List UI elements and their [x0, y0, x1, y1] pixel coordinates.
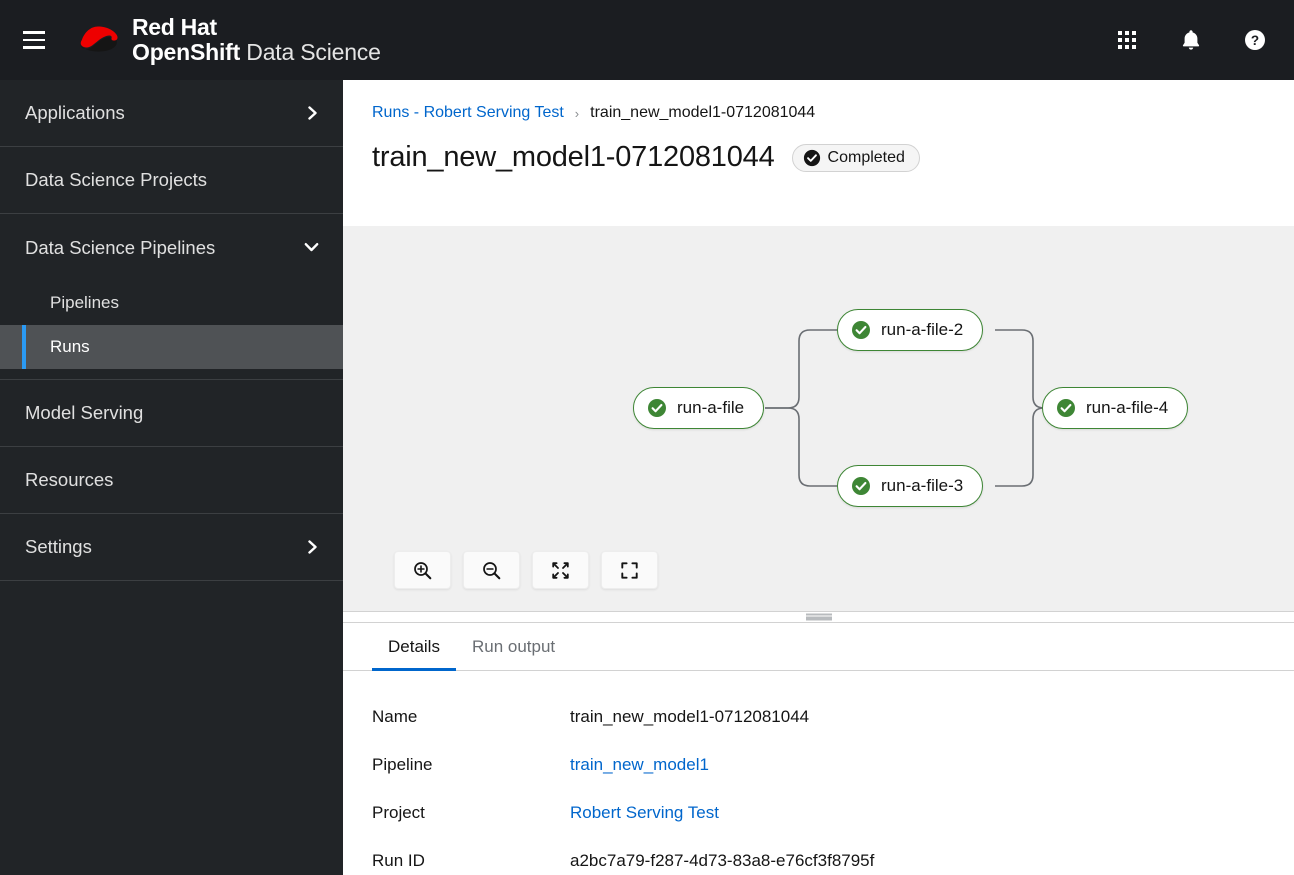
tab-label: Details — [388, 636, 440, 656]
title-row: train_new_model1-0712081044 Completed — [372, 141, 1294, 174]
breadcrumb-current: train_new_model1-0712081044 — [590, 104, 816, 121]
fullscreen-icon — [621, 561, 638, 579]
check-circle-icon — [852, 477, 870, 495]
edge-run-a-file-to-run-a-file-3 — [765, 407, 837, 487]
fit-to-screen-button[interactable] — [532, 551, 589, 589]
sidebar-subitem-label: Runs — [50, 337, 90, 356]
check-circle-icon — [852, 321, 870, 339]
tab-details[interactable]: Details — [372, 623, 456, 671]
brand-text: Red Hat OpenShift Data Science — [132, 15, 381, 65]
brand-logo-link[interactable]: Red Hat OpenShift Data Science — [70, 15, 381, 65]
detail-row-name: Name train_new_model1-0712081044 — [372, 693, 1294, 741]
check-circle-icon — [1057, 399, 1075, 417]
question-circle-icon: ? — [1245, 30, 1265, 50]
detail-value-link[interactable]: Robert Serving Test — [570, 803, 719, 823]
zoom-in-button[interactable] — [394, 551, 451, 589]
chevron-down-icon — [304, 242, 319, 253]
zoom-out-icon — [483, 561, 501, 579]
breadcrumb-parent-link[interactable]: Runs - Robert Serving Test — [372, 104, 564, 122]
chevron-right-icon — [307, 540, 319, 554]
main-content: Runs - Robert Serving Test › train_new_m… — [343, 80, 1294, 875]
status-badge-label: Completed — [827, 148, 905, 166]
detail-label: Run ID — [372, 851, 425, 870]
bell-icon — [1182, 30, 1200, 50]
pipeline-node-label: run-a-file-3 — [881, 476, 964, 495]
breadcrumb: Runs - Robert Serving Test › train_new_m… — [372, 104, 1294, 122]
reset-view-button[interactable] — [601, 551, 658, 589]
hamburger-menu-icon[interactable] — [11, 17, 57, 63]
sidebar-item-model-serving[interactable]: Model Serving — [0, 380, 343, 447]
breadcrumb-separator-icon: › — [574, 105, 580, 121]
sidebar-item-data-science-pipelines[interactable]: Data Science Pipelines — [0, 214, 343, 281]
sidebar-item-label: Resources — [25, 469, 114, 490]
brand-line-redhat: Red Hat — [132, 14, 217, 41]
detail-row-project: Project Robert Serving Test — [372, 789, 1294, 837]
detail-value-link[interactable]: train_new_model1 — [570, 755, 709, 775]
check-circle-icon — [803, 149, 820, 166]
sidebar-item-pipelines[interactable]: Pipelines — [0, 281, 343, 325]
sidebar-item-resources[interactable]: Resources — [0, 447, 343, 514]
svg-text:?: ? — [1251, 33, 1259, 48]
masthead-actions: ? — [1110, 23, 1272, 57]
sidebar-item-data-science-projects[interactable]: Data Science Projects — [0, 147, 343, 214]
check-circle-icon — [648, 399, 666, 417]
pipeline-node-run-a-file-4[interactable]: run-a-file-4 — [1042, 387, 1189, 429]
detail-label: Pipeline — [372, 755, 433, 774]
details-list: Name train_new_model1-0712081044 Pipelin… — [343, 671, 1294, 875]
masthead: Red Hat OpenShift Data Science ? — [0, 0, 1294, 80]
application-launcher-button[interactable] — [1110, 23, 1144, 57]
sidebar-navigation: Applications Data Science Projects Data … — [0, 80, 343, 875]
tab-run-output[interactable]: Run output — [456, 623, 571, 670]
openshift-data-science-app: Red Hat OpenShift Data Science ? Applica… — [0, 0, 1294, 875]
brand-openshift: OpenShift — [132, 39, 241, 65]
notifications-button[interactable] — [1174, 23, 1208, 57]
detail-row-run-id: Run ID a2bc7a79-f287-4d73-83a8-e76cf3f87… — [372, 837, 1294, 875]
sidebar-group-data-science-pipelines: Data Science Pipelines Pipelines Runs — [0, 214, 343, 380]
sidebar-item-applications[interactable]: Applications — [0, 80, 343, 147]
brand-line-product: OpenShift Data Science — [132, 40, 381, 65]
zoom-out-button[interactable] — [463, 551, 520, 589]
pipeline-node-run-a-file-3[interactable]: run-a-file-3 — [837, 465, 984, 507]
pipeline-node-label: run-a-file-2 — [881, 320, 964, 339]
page-title: train_new_model1-0712081044 — [372, 141, 775, 173]
pipeline-node-label: run-a-file — [677, 398, 745, 417]
sidebar-item-runs[interactable]: Runs — [0, 325, 343, 369]
sidebar-subitem-label: Pipelines — [50, 293, 119, 312]
pipeline-graph-canvas[interactable]: run-a-file run-a-file-2 run-a-file-3 run… — [343, 226, 1294, 611]
help-button[interactable]: ? — [1238, 23, 1272, 57]
edge-run-a-file-to-run-a-file-2 — [765, 329, 837, 409]
sidebar-item-settings[interactable]: Settings — [0, 514, 343, 581]
expand-arrows-icon — [552, 561, 569, 579]
detail-value: train_new_model1-0712081044 — [570, 707, 810, 726]
page-header: Runs - Robert Serving Test › train_new_m… — [343, 80, 1294, 226]
pipeline-node-label: run-a-file-4 — [1086, 398, 1169, 417]
zoom-in-icon — [414, 561, 432, 579]
detail-label: Name — [372, 707, 418, 726]
sidebar-item-label: Applications — [25, 102, 125, 123]
sidebar-item-label: Data Science Pipelines — [25, 236, 216, 258]
sidebar-item-label: Model Serving — [25, 402, 144, 423]
sidebar-item-label: Data Science Projects — [25, 169, 208, 190]
hamburger-bar — [23, 31, 45, 34]
detail-row-pipeline: Pipeline train_new_model1 — [372, 741, 1294, 789]
pipeline-node-run-a-file-2[interactable]: run-a-file-2 — [837, 309, 984, 351]
detail-tabs: Details Run output — [343, 623, 1294, 671]
sidebar-item-label: Settings — [25, 536, 92, 557]
status-badge: Completed — [791, 143, 920, 172]
tab-label: Run output — [471, 636, 556, 656]
detail-value: a2bc7a79-f287-4d73-83a8-e76cf3f8795f — [570, 851, 875, 870]
pipeline-node-run-a-file[interactable]: run-a-file — [633, 387, 765, 429]
grid-icon — [1118, 31, 1136, 49]
hamburger-bar — [23, 38, 45, 42]
hamburger-bar — [23, 46, 45, 49]
splitter-grip-icon — [805, 613, 832, 621]
graph-toolbar — [394, 551, 658, 589]
chevron-right-icon — [307, 106, 319, 120]
brand-data-science: Data Science — [240, 39, 381, 65]
panel-splitter[interactable] — [343, 611, 1294, 623]
red-hat-logo-icon — [80, 26, 118, 52]
sidebar-subnav: Pipelines Runs — [0, 281, 343, 369]
detail-label: Project — [372, 803, 425, 822]
